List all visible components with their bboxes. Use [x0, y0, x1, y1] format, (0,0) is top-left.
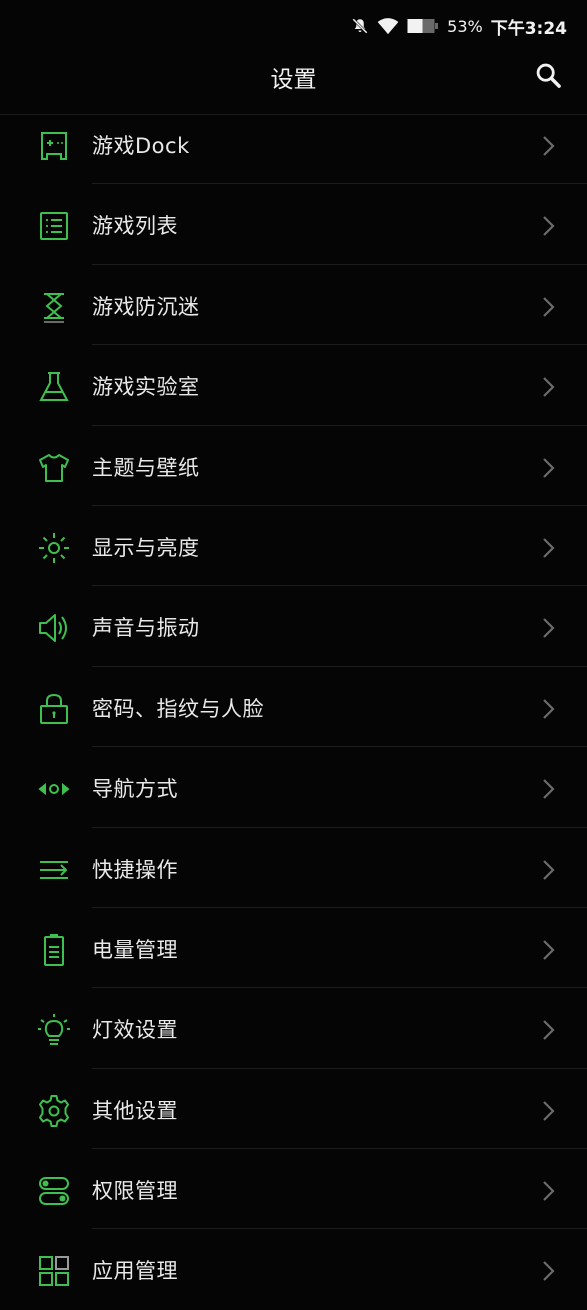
- settings-item-display-brightness[interactable]: 显示与亮度: [0, 506, 587, 587]
- search-button[interactable]: [531, 58, 565, 92]
- hourglass-icon: [36, 289, 72, 325]
- navigation-icon: [36, 771, 72, 807]
- settings-item-game-lab[interactable]: 游戏实验室: [0, 345, 587, 426]
- chevron-right-icon: [541, 134, 557, 158]
- settings-item-label: 灯效设置: [92, 1018, 178, 1043]
- speaker-icon: [36, 610, 72, 646]
- wifi-icon: [377, 17, 399, 35]
- chevron-right-icon: [541, 697, 557, 721]
- settings-item-label: 密码、指纹与人脸: [92, 696, 264, 721]
- settings-item-app-management[interactable]: 应用管理: [0, 1229, 587, 1309]
- chevron-right-icon: [541, 777, 557, 801]
- chevron-right-icon: [541, 938, 557, 962]
- settings-item-permissions[interactable]: 权限管理: [0, 1149, 587, 1230]
- list-icon: [36, 208, 72, 244]
- settings-item-battery[interactable]: 电量管理: [0, 908, 587, 989]
- status-bar: 53% 下午3:24: [0, 0, 587, 52]
- settings-item-game-list[interactable]: 游戏列表: [0, 184, 587, 265]
- toggle-icon: [36, 1173, 72, 1209]
- bulb-icon: [36, 1012, 72, 1048]
- page-title: 设置: [270, 67, 317, 93]
- settings-item-label: 显示与亮度: [92, 535, 200, 560]
- settings-item-label: 快捷操作: [92, 857, 178, 882]
- chevron-right-icon: [541, 858, 557, 882]
- settings-item-label: 游戏Dock: [92, 134, 190, 158]
- settings-item-label: 主题与壁纸: [92, 455, 200, 480]
- chevron-right-icon: [541, 214, 557, 238]
- shortcut-icon: [36, 852, 72, 888]
- chevron-right-icon: [541, 375, 557, 399]
- settings-item-theme-wallpaper[interactable]: 主题与壁纸: [0, 426, 587, 506]
- search-icon: [536, 63, 561, 88]
- settings-list: 游戏Dock 游戏列表 游戏防沉迷 游戏实验室 主题与壁纸 显示与亮度 声音与振…: [0, 104, 587, 1310]
- chevron-right-icon: [541, 1099, 557, 1123]
- apps-icon: [36, 1253, 72, 1289]
- settings-item-label: 权限管理: [92, 1179, 178, 1204]
- chevron-right-icon: [541, 295, 557, 319]
- settings-item-label: 声音与振动: [92, 616, 200, 641]
- chevron-right-icon: [541, 456, 557, 480]
- battery-manage-icon: [36, 932, 72, 968]
- settings-item-label: 游戏防沉迷: [92, 294, 200, 319]
- settings-item-password-fingerprint-face[interactable]: 密码、指纹与人脸: [0, 667, 587, 748]
- settings-item-navigation[interactable]: 导航方式: [0, 747, 587, 828]
- settings-item-light-effects[interactable]: 灯效设置: [0, 988, 587, 1069]
- flask-icon: [36, 369, 72, 405]
- settings-item-other-settings[interactable]: 其他设置: [0, 1069, 587, 1150]
- gamepad-icon: [36, 128, 72, 164]
- battery-icon: [407, 18, 439, 34]
- settings-item-label: 应用管理: [92, 1259, 178, 1284]
- settings-item-label: 导航方式: [92, 777, 178, 802]
- chevron-right-icon: [541, 1179, 557, 1203]
- settings-item-label: 游戏实验室: [92, 375, 200, 400]
- settings-item-label: 游戏列表: [92, 214, 178, 239]
- gear-icon: [36, 1093, 72, 1129]
- settings-item-sound-vibration[interactable]: 声音与振动: [0, 586, 587, 667]
- settings-item-anti-addiction[interactable]: 游戏防沉迷: [0, 265, 587, 346]
- settings-item-label: 其他设置: [92, 1098, 178, 1123]
- shirt-icon: [36, 450, 72, 486]
- chevron-right-icon: [541, 536, 557, 560]
- chevron-right-icon: [541, 1259, 557, 1283]
- lock-icon: [36, 691, 72, 727]
- chevron-right-icon: [541, 616, 557, 640]
- settings-item-label: 电量管理: [92, 937, 178, 962]
- settings-item-shortcuts[interactable]: 快捷操作: [0, 828, 587, 908]
- brightness-icon: [36, 530, 72, 566]
- status-time: 下午3:24: [490, 18, 567, 39]
- settings-item-game-dock[interactable]: 游戏Dock: [0, 104, 587, 185]
- chevron-right-icon: [541, 1018, 557, 1042]
- battery-percentage: 53%: [447, 16, 483, 36]
- bell-off-icon: [351, 17, 369, 35]
